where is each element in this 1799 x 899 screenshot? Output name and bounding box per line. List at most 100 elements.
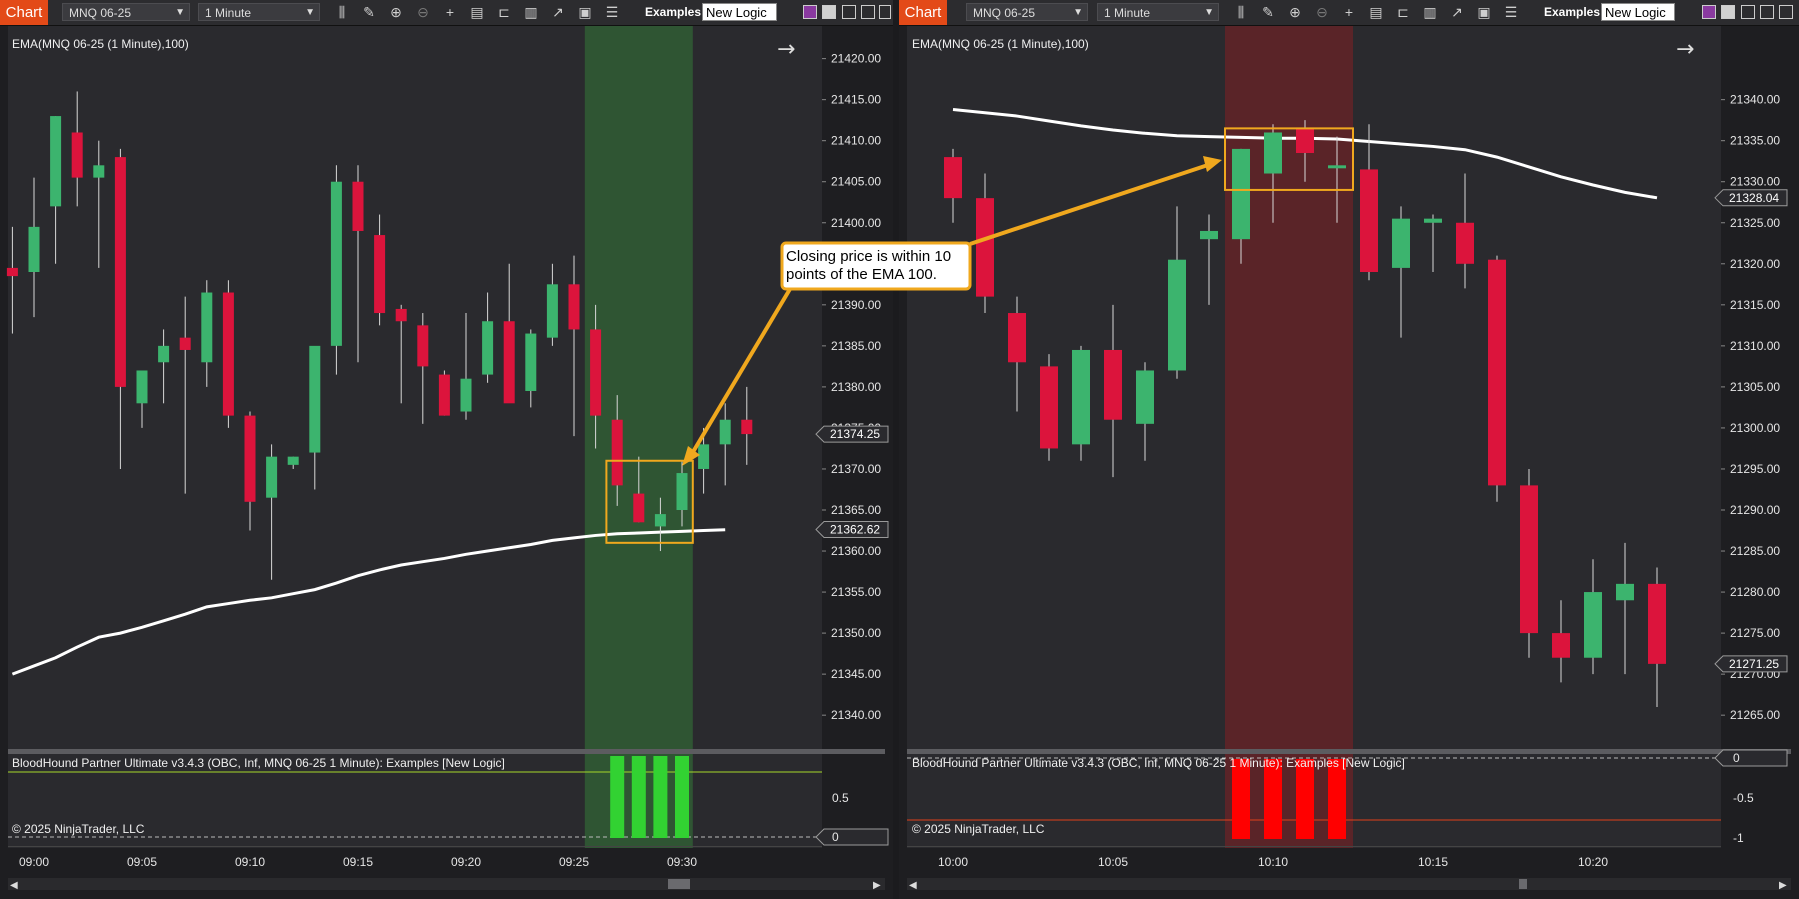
- x-tick-label: 10:10: [1258, 855, 1288, 869]
- y-tick-label: 21410.00: [831, 134, 881, 148]
- x-tick-label: 09:20: [451, 855, 481, 869]
- candle-body: [1488, 259, 1506, 486]
- chart-title: EMA(MNQ 06-25 (1 Minute),100): [912, 37, 1089, 51]
- interval-selector[interactable]: 1 Minute ▼: [1097, 3, 1219, 21]
- y-tick-label: 21290.00: [1730, 503, 1780, 517]
- candle-body: [28, 226, 40, 272]
- indicator-bar: [631, 756, 646, 838]
- close-icon[interactable]: [1779, 5, 1793, 19]
- list-icon[interactable]: ☰: [1502, 4, 1520, 21]
- minimize-icon[interactable]: [1741, 5, 1755, 19]
- candle-body: [179, 337, 191, 350]
- scroll-left-icon: ◀: [909, 880, 917, 891]
- candle-body: [698, 444, 710, 469]
- candle-body: [741, 419, 753, 435]
- candle-body: [287, 456, 299, 465]
- chart-menu-button[interactable]: Chart: [0, 0, 48, 25]
- templates-icon[interactable]: ⊏: [495, 4, 513, 21]
- color-swatch-icon[interactable]: [803, 5, 817, 19]
- indicator-tick-label: -0.5: [1733, 791, 1754, 805]
- pencil-icon[interactable]: ✎: [1259, 4, 1277, 21]
- data-box-icon[interactable]: ▣: [576, 4, 594, 21]
- chevron-down-icon: ▼: [175, 7, 185, 18]
- candle-body: [1168, 259, 1186, 371]
- data-box-icon[interactable]: ▣: [1475, 4, 1493, 21]
- restore-icon[interactable]: [1721, 5, 1735, 19]
- examples-label: Examples: [1544, 5, 1601, 19]
- indicator-bar: [1296, 759, 1314, 839]
- logic-selector[interactable]: New Logic: [702, 3, 777, 21]
- candle-body: [654, 514, 666, 527]
- crosshair-icon[interactable]: +: [441, 4, 459, 21]
- bar-type-icon[interactable]: ⫼: [1232, 4, 1250, 21]
- y-tick-label: 21400.00: [831, 216, 881, 230]
- minimize-icon[interactable]: [842, 5, 856, 19]
- scroll-thumb: [1519, 879, 1527, 889]
- maximize-icon[interactable]: [861, 5, 875, 19]
- y-tick-label: 21275.00: [1730, 626, 1780, 640]
- indicator-bar: [610, 756, 625, 838]
- y-tick-label: 21325.00: [1730, 216, 1780, 230]
- candle-body: [438, 374, 450, 416]
- y-tick-label: 21370.00: [831, 462, 881, 476]
- strategies-icon[interactable]: ↗: [1448, 4, 1466, 21]
- zoom-out-icon[interactable]: ⊖: [414, 4, 432, 21]
- candle-body: [395, 308, 407, 322]
- candle-body: [136, 370, 148, 404]
- candle-body: [222, 292, 234, 416]
- restore-icon[interactable]: [822, 5, 836, 19]
- x-tick-label: 09:30: [667, 855, 697, 869]
- bar-type-icon[interactable]: ⫼: [333, 4, 351, 21]
- candle-body: [546, 284, 558, 338]
- close-icon[interactable]: [879, 5, 891, 19]
- y-tick-label: 21420.00: [831, 52, 881, 66]
- list-icon[interactable]: ☰: [603, 4, 621, 21]
- candle-body: [1232, 148, 1250, 240]
- indicators-icon[interactable]: ▥: [1421, 4, 1439, 21]
- candle-body: [976, 198, 994, 297]
- indicators-icon[interactable]: ▥: [522, 4, 540, 21]
- candle-body: [417, 325, 429, 367]
- maximize-icon[interactable]: [1760, 5, 1774, 19]
- panel-splitter: [907, 749, 1791, 754]
- candle-body: [1008, 313, 1026, 363]
- strategies-icon[interactable]: ↗: [549, 4, 567, 21]
- instrument-value: MNQ 06-25: [973, 6, 1036, 20]
- zoom-out-icon[interactable]: ⊖: [1313, 4, 1331, 21]
- zoom-in-icon[interactable]: ⊕: [1286, 4, 1304, 21]
- interval-selector[interactable]: 1 Minute ▼: [198, 3, 320, 21]
- annotation-line-2: points of the EMA 100.: [786, 266, 937, 283]
- indicator-marker: [815, 828, 889, 846]
- candle-body: [525, 333, 537, 391]
- color-swatch-icon[interactable]: [1702, 5, 1716, 19]
- examples-label: Examples: [645, 5, 702, 19]
- properties-icon[interactable]: ▤: [1367, 4, 1385, 21]
- zoom-in-icon[interactable]: ⊕: [387, 4, 405, 21]
- chevron-down-icon: ▼: [1204, 7, 1214, 18]
- instrument-selector[interactable]: MNQ 06-25 ▼: [966, 3, 1088, 21]
- templates-icon[interactable]: ⊏: [1394, 4, 1412, 21]
- candle-body: [309, 345, 321, 453]
- crosshair-icon[interactable]: +: [1340, 4, 1358, 21]
- properties-icon[interactable]: ▤: [468, 4, 486, 21]
- candle-body: [1136, 370, 1154, 424]
- arrow-right-icon: →: [1676, 37, 1694, 62]
- y-tick-label: 21295.00: [1730, 462, 1780, 476]
- horizontal-scrollbar: [8, 878, 885, 890]
- candle-body: [633, 493, 645, 523]
- candle-body: [1040, 366, 1058, 449]
- candle-body: [201, 292, 213, 363]
- candle-body: [568, 284, 580, 330]
- candle-body: [1360, 169, 1378, 272]
- y-tick-label: 21405.00: [831, 175, 881, 189]
- candle-body: [1264, 132, 1282, 174]
- chart-menu-button[interactable]: Chart: [899, 0, 947, 25]
- candle-body: [1200, 230, 1218, 240]
- logic-selector[interactable]: New Logic: [1601, 3, 1675, 21]
- candle-body: [590, 329, 602, 416]
- pencil-icon[interactable]: ✎: [360, 4, 378, 21]
- candle-body: [1552, 633, 1570, 658]
- interval-value: 1 Minute: [1104, 6, 1151, 20]
- instrument-selector[interactable]: MNQ 06-25 ▼: [62, 3, 190, 21]
- candle-body: [1584, 592, 1602, 658]
